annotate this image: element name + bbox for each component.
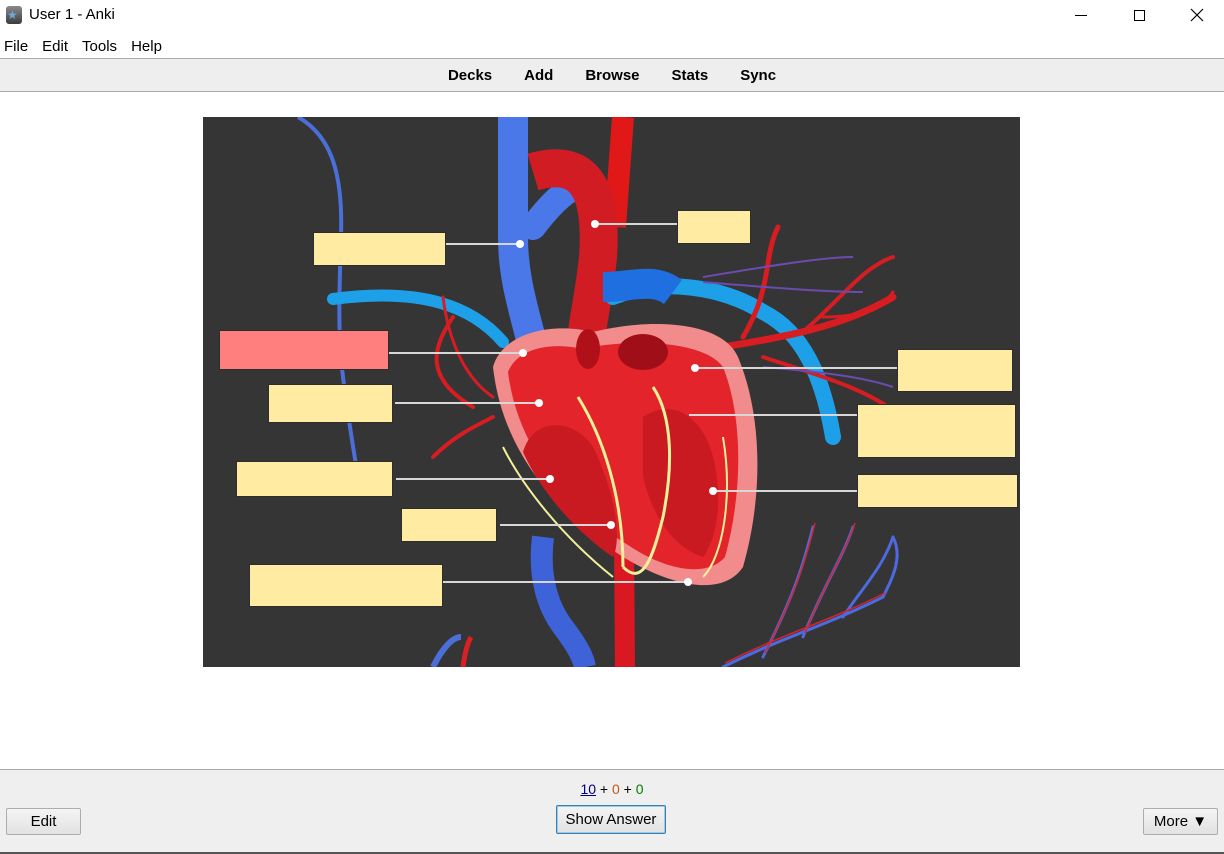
- occlusion-mask-superior-vena-cava[interactable]: [313, 232, 446, 266]
- toolbar-sync[interactable]: Sync: [740, 67, 776, 84]
- occlusion-mask-left-ventricle[interactable]: [857, 474, 1018, 508]
- toolbar-add[interactable]: Add: [524, 67, 553, 84]
- occlusion-mask-mitral-valve[interactable]: [857, 404, 1016, 458]
- minimize-icon: [1075, 14, 1087, 16]
- menu-bar: File Edit Tools Help: [0, 35, 172, 58]
- maximize-icon: [1133, 9, 1145, 21]
- learning-count: 0: [611, 781, 620, 797]
- new-count: 10: [580, 781, 597, 797]
- count-separator: +: [619, 781, 636, 797]
- toolbar-decks[interactable]: Decks: [448, 67, 492, 84]
- anki-app-icon: [6, 6, 22, 24]
- occlusion-mask-right-atrium-valve[interactable]: [268, 384, 393, 423]
- toolbar-browse[interactable]: Browse: [585, 67, 639, 84]
- occlusion-mask-septum[interactable]: [401, 508, 497, 542]
- occlusion-mask-apex[interactable]: [249, 564, 443, 607]
- menu-edit[interactable]: Edit: [38, 35, 72, 58]
- menu-file[interactable]: File: [0, 35, 32, 58]
- menu-help[interactable]: Help: [127, 35, 166, 58]
- more-button[interactable]: More ▼: [1143, 808, 1218, 835]
- window-title: User 1 - Anki: [29, 6, 115, 23]
- maximize-button[interactable]: [1110, 0, 1168, 30]
- menu-tools[interactable]: Tools: [78, 35, 121, 58]
- count-separator: +: [596, 781, 612, 797]
- close-icon: [1190, 8, 1204, 22]
- title-bar: User 1 - Anki: [0, 0, 1224, 32]
- heart-diagram-image: [203, 117, 1020, 667]
- edit-button[interactable]: Edit: [6, 808, 81, 835]
- due-counts: 10 + 0 + 0: [0, 781, 1224, 797]
- show-answer-button[interactable]: Show Answer: [556, 805, 666, 834]
- review-bottom-bar: 10 + 0 + 0 Edit Show Answer More ▼: [0, 769, 1224, 854]
- card-content: [0, 92, 1224, 769]
- minimize-button[interactable]: [1052, 0, 1110, 30]
- toolbar-stats[interactable]: Stats: [672, 67, 709, 84]
- occlusion-mask-right-ventricle[interactable]: [236, 461, 393, 497]
- main-toolbar: Decks Add Browse Stats Sync: [0, 58, 1224, 92]
- occlusion-mask-left-atrium[interactable]: [897, 349, 1013, 392]
- occlusion-mask-aorta[interactable]: [677, 210, 751, 244]
- occlusion-mask-active[interactable]: [219, 330, 389, 370]
- close-button[interactable]: [1168, 0, 1224, 30]
- review-count: 0: [635, 781, 644, 797]
